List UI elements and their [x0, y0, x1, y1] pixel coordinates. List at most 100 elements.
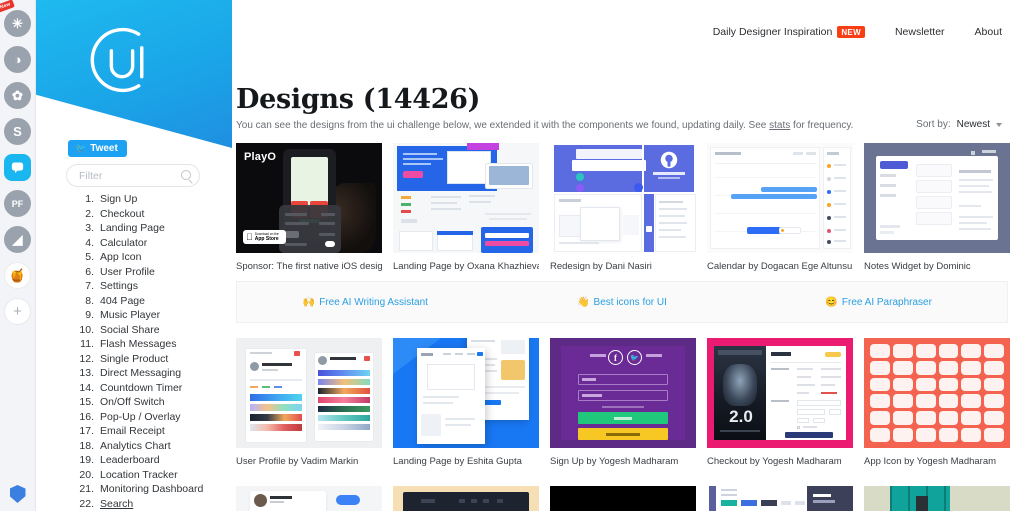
list-item[interactable]: 5. App Icon: [66, 250, 232, 265]
design-thumbnail[interactable]: [393, 338, 539, 448]
design-thumbnail[interactable]: [864, 143, 1010, 253]
design-card[interactable]: Notes Widget by Dominic: [864, 143, 1010, 272]
design-card[interactable]: [550, 486, 696, 511]
list-item[interactable]: 10. Social Share: [66, 323, 232, 338]
item-label: Settings: [100, 280, 138, 292]
list-item[interactable]: 3. Landing Page: [66, 221, 232, 236]
app-store-badge[interactable]:  Download on the App Store: [243, 230, 286, 244]
design-thumbnail[interactable]: [707, 143, 853, 253]
design-grid-row-2: User Profile by Vadim Markin Landing Pag…: [236, 338, 1010, 467]
design-thumbnail[interactable]: [550, 486, 696, 511]
design-card[interactable]: App Icon by Yogesh Madharam: [864, 338, 1010, 467]
design-caption: User Profile by Vadim Markin: [236, 456, 359, 467]
list-item[interactable]: 18. Analytics Chart: [66, 439, 232, 454]
design-thumbnail[interactable]: [236, 486, 382, 511]
design-thumbnail[interactable]: [550, 143, 696, 253]
list-item[interactable]: 4. Calculator: [66, 236, 232, 251]
design-card[interactable]: 2.0 Checkout by Yogesh Madharam: [707, 338, 853, 467]
list-item[interactable]: 16. Pop-Up / Overlay: [66, 410, 232, 425]
design-caption: Sign Up by Yogesh Madharam: [550, 456, 679, 467]
design-thumbnail[interactable]: [864, 338, 1010, 448]
main-content: Daily Designer Inspiration NEW Newslette…: [232, 0, 1024, 511]
list-item[interactable]: 15. On/Off Switch: [66, 395, 232, 410]
design-thumbnail[interactable]: [393, 486, 539, 511]
s-extension-icon[interactable]: S: [4, 118, 31, 145]
nav-about[interactable]: About: [975, 26, 1002, 38]
design-card[interactable]: f 🐦 Sign Up by Yogesh Madharam: [550, 338, 696, 467]
design-card[interactable]: Redesign by Dani Nasiri: [550, 143, 696, 272]
list-item[interactable]: 8. 404 Page: [66, 294, 232, 309]
item-number: 18.: [79, 439, 94, 452]
design-thumbnail[interactable]: PlayO Download on the App Store: [236, 143, 382, 253]
nav-new-badge: NEW: [837, 26, 865, 38]
item-label: Calculator: [100, 236, 148, 249]
list-item[interactable]: 22. Search: [66, 497, 232, 511]
chevron-down-icon: [996, 122, 1002, 127]
pf-extension-icon[interactable]: PF: [4, 190, 31, 217]
list-item[interactable]: 20. Location Tracker: [66, 468, 232, 483]
github-logo-icon: [660, 151, 678, 169]
design-card[interactable]: [236, 486, 382, 511]
item-label: Direct Messaging: [100, 367, 182, 379]
item-number: 15.: [79, 396, 94, 408]
honey-extension-icon[interactable]: 🍯: [4, 262, 31, 289]
list-item[interactable]: 1. Sign Up: [66, 192, 232, 207]
snowflake-extension-icon[interactable]: New ✳: [0, 0, 31, 37]
list-item[interactable]: 9. Music Player: [66, 308, 232, 323]
item-number: 16.: [79, 410, 94, 423]
list-item[interactable]: 11. Flash Messages: [66, 337, 232, 352]
design-card[interactable]: User Profile by Vadim Markin: [236, 338, 382, 467]
item-number: 19.: [79, 454, 94, 466]
list-item[interactable]: 14. Countdown Timer: [66, 381, 232, 396]
item-number: 3.: [85, 222, 94, 234]
design-caption: Landing Page by Eshita Gupta: [393, 456, 522, 467]
design-card[interactable]: Landing Page by Eshita Gupta: [393, 338, 539, 467]
design-thumbnail[interactable]: [707, 486, 853, 511]
list-item[interactable]: 6. User Profile: [66, 265, 232, 280]
shield-status-icon[interactable]: [9, 485, 26, 503]
item-number: 8.: [85, 294, 94, 307]
promo-link-best-icons[interactable]: 👋 Best icons for UI: [494, 297, 751, 308]
list-item[interactable]: 13. Direct Messaging: [66, 366, 232, 381]
tweet-button[interactable]: 🐦 Tweet: [68, 140, 127, 157]
item-number: 11.: [80, 338, 94, 350]
twitter-bird-icon: 🐦: [75, 143, 87, 153]
page-subtitle: You can see the designs from the ui chal…: [236, 120, 853, 131]
list-item[interactable]: 21. Monitoring Dashboard: [66, 482, 232, 497]
filter-input[interactable]: [66, 164, 200, 187]
item-number: 4.: [85, 236, 94, 249]
list-item[interactable]: 2. Checkout: [66, 207, 232, 222]
design-card[interactable]: [707, 486, 853, 511]
sort-control[interactable]: Sort by: Newest: [916, 119, 1002, 130]
design-thumbnail[interactable]: [864, 486, 1010, 511]
design-card[interactable]: Landing Page by Oxana Khazhieva: [393, 143, 539, 272]
challenge-list: 1. Sign Up 2. Checkout 3. Landing Page 4. Ca…: [66, 192, 232, 511]
stats-link[interactable]: stats: [769, 120, 790, 131]
sort-value: Newest: [956, 119, 990, 130]
palette-extension-icon[interactable]: ✿: [4, 82, 31, 109]
design-thumbnail[interactable]: [236, 338, 382, 448]
top-navigation: Daily Designer Inspiration NEW Newslette…: [713, 26, 1002, 38]
design-thumbnail[interactable]: [393, 143, 539, 253]
promo-link-writing-assistant[interactable]: 🙌 Free AI Writing Assistant: [237, 297, 494, 308]
list-item[interactable]: 19. Leaderboard: [66, 453, 232, 468]
store-bottom-label: App Store: [248, 235, 279, 242]
chart-extension-icon[interactable]: ◢: [4, 226, 31, 253]
list-item[interactable]: 12. Single Product: [66, 352, 232, 367]
nav-daily-designer-inspiration[interactable]: Daily Designer Inspiration NEW: [713, 26, 865, 38]
design-thumbnail[interactable]: f 🐦: [550, 338, 696, 448]
design-card[interactable]: PlayO Download on the App Store Sponsor:…: [236, 143, 382, 272]
tweet-label: Tweet: [90, 143, 118, 154]
list-item[interactable]: 7. Settings: [66, 279, 232, 294]
design-card[interactable]: [393, 486, 539, 511]
chat-bubble-extension-icon[interactable]: [4, 154, 31, 181]
item-number: 21.: [79, 483, 94, 495]
design-thumbnail[interactable]: 2.0: [707, 338, 853, 448]
design-card[interactable]: [864, 486, 1010, 511]
promo-link-paraphraser[interactable]: 😊 Free AI Paraphraser: [750, 297, 1007, 308]
add-extension-icon[interactable]: +: [4, 298, 31, 325]
list-item[interactable]: 17. Email Receipt: [66, 424, 232, 439]
cup-extension-icon[interactable]: ◑: [4, 46, 31, 73]
nav-newsletter[interactable]: Newsletter: [895, 26, 945, 38]
design-card[interactable]: Calendar by Dogacan Ege Altunsu: [707, 143, 853, 272]
